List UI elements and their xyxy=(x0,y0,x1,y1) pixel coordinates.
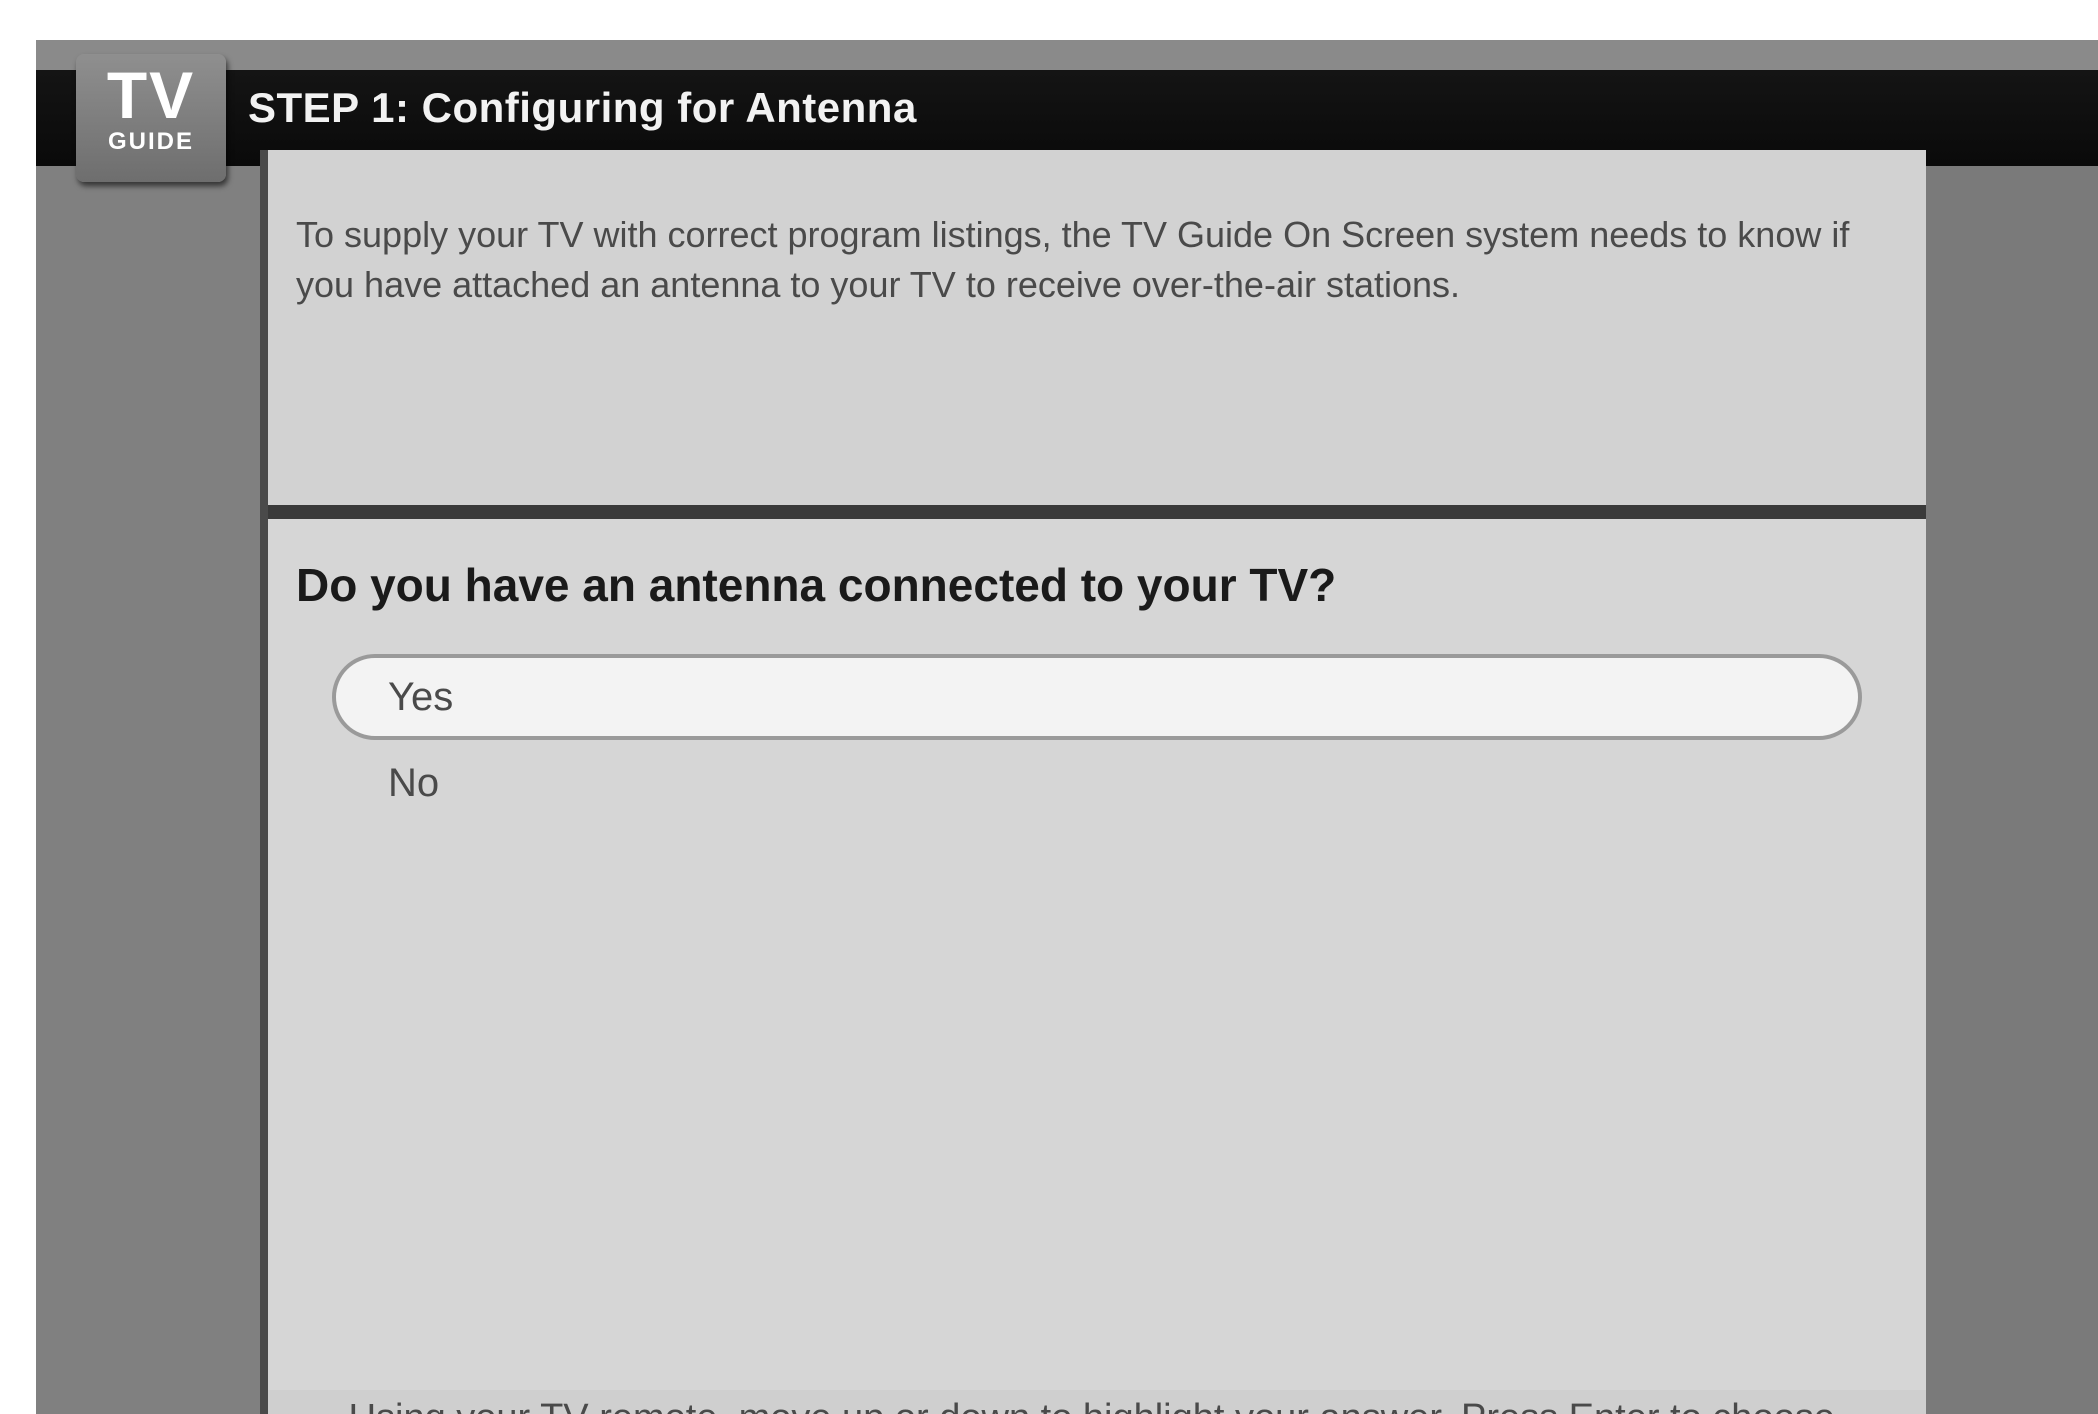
intro-text: To supply your TV with correct program l… xyxy=(296,214,1850,305)
right-border xyxy=(1926,166,2098,1414)
tv-guide-screen: STEP 1: Configuring for Antenna To suppl… xyxy=(36,40,2098,1414)
logo-guide-text: GUIDE xyxy=(107,128,194,155)
logo-tv-text: TV xyxy=(106,58,196,132)
option-no-label: No xyxy=(388,761,440,805)
option-yes[interactable]: Yes xyxy=(332,654,1862,740)
left-border xyxy=(36,166,260,1414)
option-yes-label: Yes xyxy=(388,675,454,719)
setup-panel: To supply your TV with correct program l… xyxy=(260,150,1926,1414)
question-text: Do you have an antenna connected to your… xyxy=(296,559,1337,611)
option-no[interactable]: No xyxy=(332,740,1862,826)
instruction-text: Using your TV remote, move up or down to… xyxy=(268,1390,1926,1414)
intro-section: To supply your TV with correct program l… xyxy=(268,150,1926,505)
screen-title: STEP 1: Configuring for Antenna xyxy=(248,84,917,131)
tv-guide-logo: TV GUIDE xyxy=(76,54,226,182)
section-divider xyxy=(268,505,1926,519)
